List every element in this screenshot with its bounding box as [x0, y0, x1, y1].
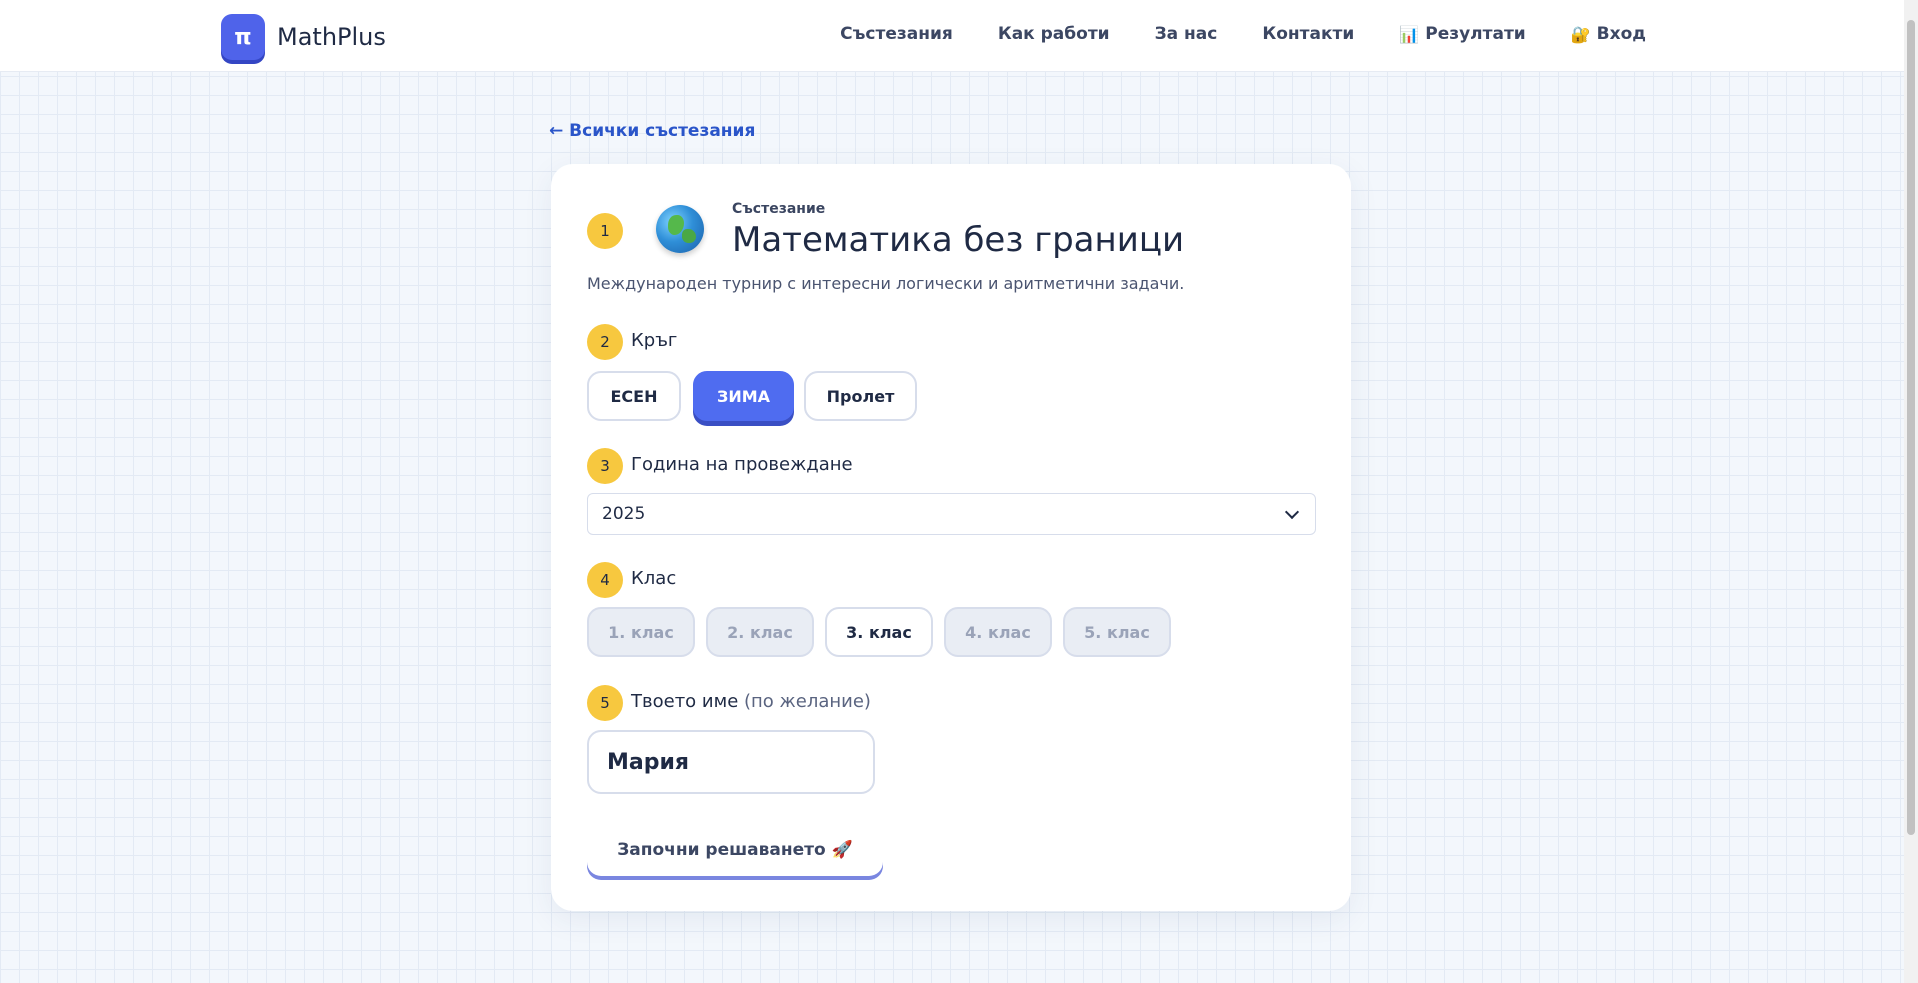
year-select-value: 2025	[602, 504, 646, 524]
top-navbar: π MathPlus Състезания Как работи За нас …	[0, 0, 1904, 72]
grade-option-4[interactable]: 4. клас	[944, 607, 1052, 657]
scrollbar-thumb[interactable]	[1907, 20, 1915, 835]
competition-description: Международен турнир с интересни логическ…	[587, 274, 1185, 293]
round-option-spring[interactable]: Пролет	[804, 371, 917, 421]
logo-text: MathPlus	[277, 23, 386, 51]
page-scrollbar[interactable]	[1904, 0, 1918, 983]
year-select[interactable]: 2025	[587, 493, 1316, 535]
back-to-competitions-link[interactable]: ← Всички състезания	[549, 121, 755, 141]
chevron-down-icon	[1284, 504, 1300, 520]
step-badge-4: 4	[587, 562, 623, 598]
nav-label: Вход	[1596, 24, 1646, 44]
grade-label: Клас	[631, 568, 677, 589]
step-badge-1: 1	[587, 213, 623, 249]
competition-title: Математика без граници	[732, 220, 1185, 260]
nav-how-it-works[interactable]: Как работи	[998, 24, 1110, 44]
round-option-autumn[interactable]: ЕСЕН	[587, 371, 681, 421]
nav-label: Контакти	[1262, 24, 1355, 44]
competition-eyebrow: Състезание	[732, 201, 826, 217]
year-label: Година на провеждане	[631, 454, 853, 475]
grade-option-5[interactable]: 5. клас	[1063, 607, 1171, 657]
logo[interactable]: π MathPlus	[221, 14, 386, 60]
grade-option-2[interactable]: 2. клас	[706, 607, 814, 657]
name-optional-hint: (по желание)	[744, 691, 871, 712]
nav-label: Състезания	[840, 24, 953, 44]
nav-competitions[interactable]: Състезания	[840, 24, 953, 44]
nav-label: За нас	[1154, 24, 1218, 44]
step-badge-5: 5	[587, 685, 623, 721]
nav-label: Резултати	[1425, 24, 1526, 44]
round-option-winter[interactable]: ЗИМА	[693, 371, 794, 421]
main-nav: Състезания Как работи За нас Контакти 📊 …	[795, 24, 1646, 44]
grade-option-3[interactable]: 3. клас	[825, 607, 933, 657]
nav-contacts[interactable]: Контакти	[1262, 24, 1354, 44]
globe-icon	[656, 205, 704, 253]
name-input[interactable]: Мария	[587, 730, 875, 794]
start-solving-button[interactable]: Започни решаването 🚀	[587, 824, 883, 876]
nav-about[interactable]: За нас	[1155, 24, 1218, 44]
round-label: Кръг	[631, 330, 678, 351]
competition-setup-card: 1 Състезание Математика без граници Межд…	[551, 164, 1351, 911]
pi-logo-icon: π	[221, 14, 265, 60]
name-label: Твоето име (по желание)	[631, 691, 871, 712]
lock-icon: 🔐	[1570, 24, 1591, 44]
grade-option-1[interactable]: 1. клас	[587, 607, 695, 657]
step-badge-2: 2	[587, 324, 623, 360]
nav-label: Как работи	[997, 24, 1110, 44]
step-badge-3: 3	[587, 448, 623, 484]
nav-login[interactable]: 🔐 Вход	[1571, 24, 1646, 44]
name-label-text: Твоето име	[631, 691, 739, 712]
bar-chart-icon: 📊	[1399, 24, 1420, 44]
nav-results[interactable]: 📊 Резултати	[1399, 24, 1525, 44]
